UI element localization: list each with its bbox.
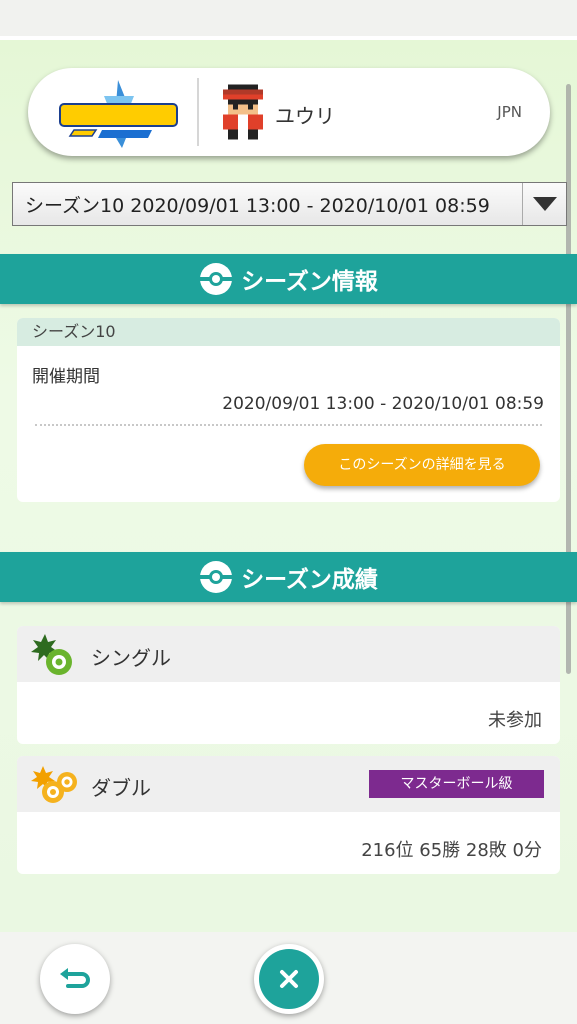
double-battle-label: ダブル — [91, 776, 151, 800]
double-battle-icon — [31, 766, 77, 803]
season-label: シーズン10 — [17, 318, 560, 346]
top-bar — [0, 0, 577, 36]
season-results-header: シーズン成績 — [0, 552, 577, 602]
pokeball-icon — [200, 561, 233, 593]
trainer-avatar — [223, 84, 263, 140]
season-select[interactable]: シーズン10 2020/09/01 13:00 - 2020/10/01 08:… — [12, 182, 567, 226]
period-value: 2020/09/01 13:00 - 2020/10/01 08:59 — [222, 394, 544, 414]
back-button[interactable] — [40, 944, 110, 1014]
pokeball-icon — [200, 263, 233, 295]
trainer-country: JPN — [497, 103, 522, 121]
double-battle-result: 216位 65勝 28敗 0分 — [361, 840, 542, 861]
period-label: 開催期間 — [32, 367, 100, 387]
season-details-button[interactable]: このシーズンの詳細を見る — [304, 444, 540, 486]
single-battle-header: シングル — [17, 626, 560, 682]
season-results-title: シーズン成績 — [241, 567, 378, 593]
double-battle-card: ダブル マスターボール級 216位 65勝 28敗 0分 — [17, 756, 560, 874]
return-arrow-icon — [60, 968, 90, 988]
single-battle-card: シングル 未参加 — [17, 626, 560, 744]
single-battle-label: シングル — [91, 646, 171, 670]
trainer-name: ユウリ — [275, 104, 335, 128]
dropdown-arrow-icon[interactable] — [522, 183, 566, 225]
single-battle-result: 未参加 — [488, 710, 542, 731]
season-info-title: シーズン情報 — [241, 269, 378, 295]
trainer-profile-card: ユウリ JPN — [28, 68, 550, 156]
rank-badge: マスターボール級 — [369, 770, 544, 798]
card-divider — [197, 78, 199, 146]
dotted-divider — [35, 424, 542, 426]
single-battle-icon — [31, 634, 72, 675]
season-select-value[interactable]: シーズン10 2020/09/01 13:00 - 2020/10/01 08:… — [13, 191, 522, 218]
season-info-card: シーズン10 開催期間 2020/09/01 13:00 - 2020/10/0… — [17, 318, 560, 502]
season-info-header: シーズン情報 — [0, 254, 577, 304]
pokemon-sword-logo — [59, 80, 178, 148]
double-battle-header: ダブル マスターボール級 — [17, 756, 560, 812]
close-icon — [280, 970, 298, 988]
close-button[interactable] — [254, 944, 324, 1014]
